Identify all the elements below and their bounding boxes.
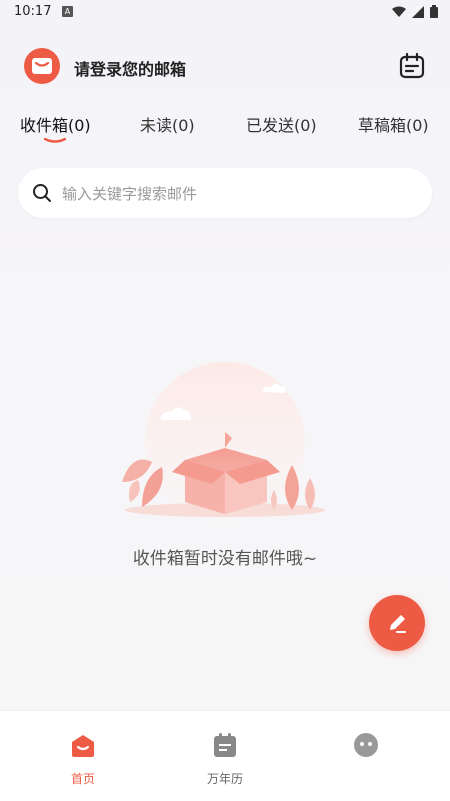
bottom-navigation: 首页 万年历: [0, 710, 450, 801]
nav-home-label: 首页: [70, 772, 95, 786]
tab-unread[interactable]: 未读(0): [140, 112, 195, 136]
home-icon: [72, 735, 94, 757]
nav-home[interactable]: 首页: [43, 731, 123, 787]
active-tab-indicator: [44, 138, 66, 143]
status-bar: 10:17 A: [0, 0, 450, 26]
tab-inbox[interactable]: 收件箱(0): [20, 112, 91, 136]
calendar-icon: [214, 733, 236, 757]
nav-calendar-label: 万年历: [206, 772, 243, 786]
status-time: 10:17: [14, 4, 52, 19]
tab-drafts[interactable]: 草稿箱(0): [358, 112, 429, 136]
nav-profile[interactable]: [326, 731, 406, 763]
empty-inbox-illustration: [122, 362, 325, 522]
app-header: 请登录您的邮箱: [0, 42, 450, 92]
calendar-icon[interactable]: [398, 52, 426, 80]
status-indicators: [392, 5, 438, 18]
compose-button[interactable]: [369, 595, 425, 651]
battery-icon: [430, 5, 438, 18]
mail-tabs: 收件箱(0) 未读(0) 已发送(0) 草稿箱(0): [0, 112, 450, 146]
pencil-icon: [390, 615, 406, 633]
notification-icon: A: [62, 6, 73, 17]
login-prompt[interactable]: 请登录您的邮箱: [74, 56, 186, 80]
empty-state-message: 收件箱暂时没有邮件哦~: [132, 549, 318, 569]
wifi-icon: [392, 6, 406, 17]
robot-icon: [354, 733, 378, 757]
search-placeholder: 输入关键字搜索邮件: [62, 185, 198, 203]
mail-logo-icon[interactable]: [24, 48, 60, 84]
nav-calendar[interactable]: 万年历: [185, 731, 265, 787]
signal-icon: [412, 5, 424, 18]
search-input[interactable]: 输入关键字搜索邮件: [18, 168, 432, 218]
search-icon: [33, 184, 51, 202]
tab-sent[interactable]: 已发送(0): [246, 112, 317, 136]
